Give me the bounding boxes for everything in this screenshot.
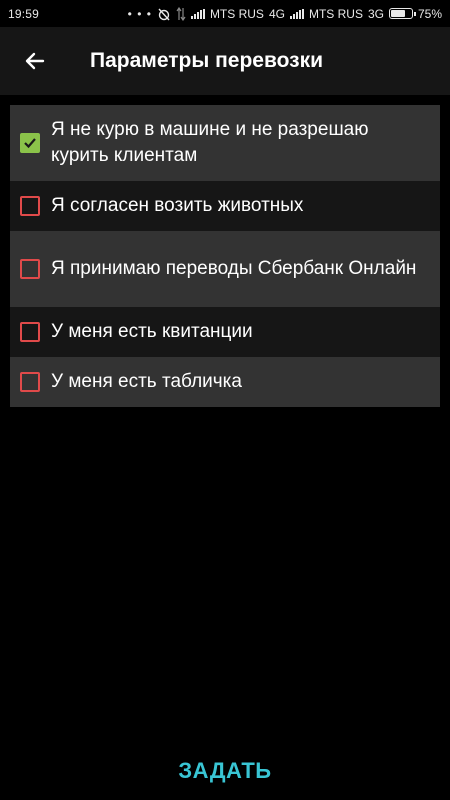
arrow-left-icon — [25, 52, 45, 70]
carrier-2: MTS RUS — [308, 6, 363, 21]
checkmark-icon — [24, 138, 36, 149]
option-label: У меня есть табличка — [51, 371, 242, 392]
option-row[interactable]: У меня есть табличка — [10, 357, 440, 407]
options-list: Я не курю в машине и не разрешаю курить … — [10, 105, 440, 407]
option-label: Я согласен возить животных — [51, 195, 304, 216]
option-row[interactable]: У меня есть квитанции — [10, 307, 440, 357]
checkbox-unchecked[interactable] — [20, 322, 40, 342]
alarm-off-icon — [158, 8, 170, 20]
option-label: Я не курю в машине и не разрешаю курить … — [51, 119, 369, 166]
carrier-1: MTS RUS — [209, 6, 264, 21]
checkbox-checked[interactable] — [20, 133, 40, 153]
battery-icon — [388, 8, 416, 19]
submit-button[interactable]: ЗАДАТЬ — [0, 758, 450, 784]
page-title: Параметры перевозки — [90, 49, 324, 72]
option-row[interactable]: Я согласен возить животных — [10, 181, 440, 231]
data-arrows-icon — [176, 6, 186, 21]
signal-icon — [190, 8, 205, 19]
status-bar: 19:59 • • • MTS RUS 4G MTS RUS 3G 75% — [0, 0, 450, 27]
signal-icon-2 — [289, 8, 304, 19]
option-label: Я принимаю переводы Сбербанк Онлайн — [51, 258, 417, 279]
app-bar: Параметры перевозки — [0, 27, 450, 95]
network-type-1: 4G — [268, 6, 285, 21]
status-indicators: • • • MTS RUS 4G MTS RUS 3G 75% — [127, 6, 442, 21]
checkbox-unchecked[interactable] — [20, 372, 40, 392]
checkbox-unchecked[interactable] — [20, 196, 40, 216]
back-button[interactable] — [0, 27, 70, 95]
network-type-2: 3G — [367, 6, 384, 21]
status-time: 19:59 — [8, 6, 40, 21]
option-row[interactable]: Я принимаю переводы Сбербанк Онлайн — [10, 231, 440, 307]
battery-percent: 75% — [417, 6, 442, 21]
option-label: У меня есть квитанции — [51, 321, 253, 342]
option-row[interactable]: Я не курю в машине и не разрешаю курить … — [10, 105, 440, 181]
checkbox-unchecked[interactable] — [20, 259, 40, 279]
notification-dots: • • • — [127, 6, 152, 21]
